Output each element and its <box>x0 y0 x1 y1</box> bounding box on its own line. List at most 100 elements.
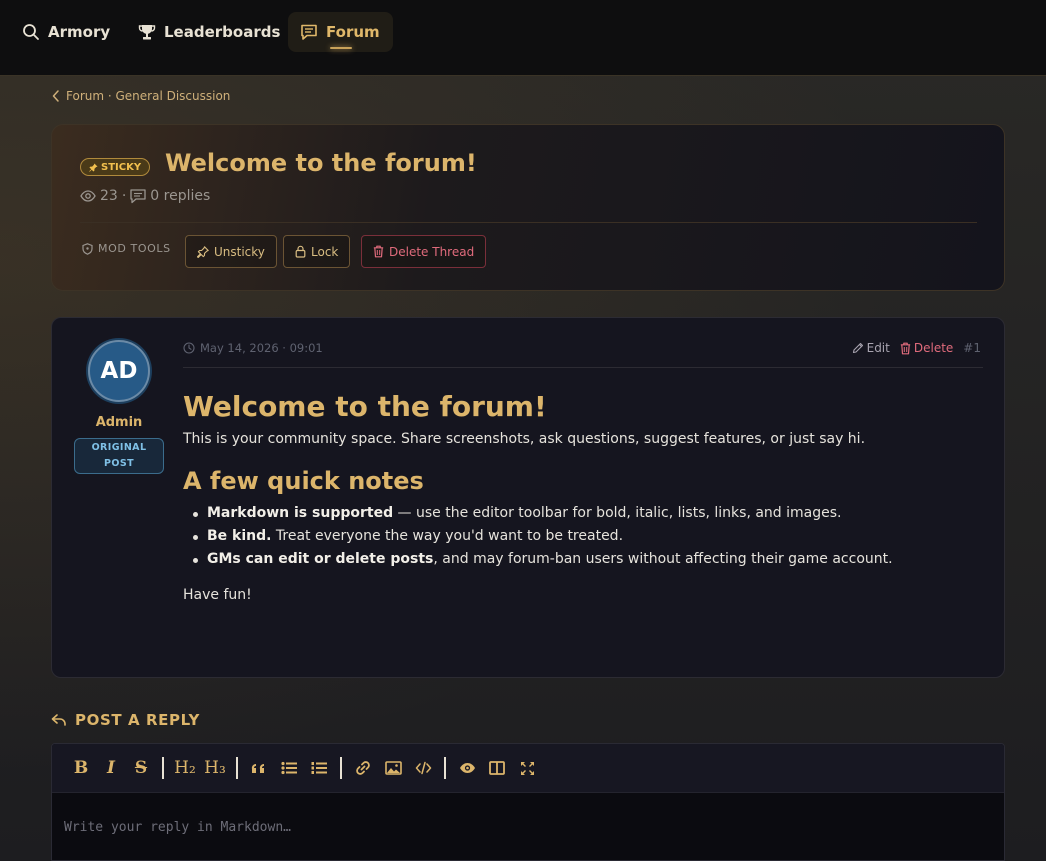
list-item-bold: Markdown is supported <box>207 505 394 521</box>
link-button[interactable] <box>348 753 378 783</box>
thread-title: Welcome to the forum! <box>165 149 477 177</box>
sticky-badge: STICKY <box>80 158 151 176</box>
nav-forum[interactable]: Forum <box>288 12 393 52</box>
original-post-badge: ORIGINAL POST <box>74 438 164 474</box>
side-by-side-button[interactable] <box>482 753 512 783</box>
bold-button[interactable]: B <box>66 753 96 783</box>
fullscreen-button[interactable] <box>512 753 542 783</box>
edit-label: Edit <box>866 341 890 355</box>
breadcrumb-text: Forum · General Discussion <box>66 89 231 103</box>
top-navbar: Armory Leaderboards Forum <box>0 0 1046 76</box>
reply-input[interactable] <box>52 793 1004 860</box>
breadcrumb[interactable]: Forum · General Discussion <box>52 89 230 103</box>
mod-tools-label: MOD TOOLS <box>82 242 171 255</box>
code-icon <box>415 761 431 775</box>
pin-icon <box>197 245 209 258</box>
list-item-text: , and may forum-ban users without affect… <box>433 551 893 567</box>
bullet-list-button[interactable] <box>274 753 304 783</box>
clock-icon <box>183 342 195 354</box>
sticky-badge-label: STICKY <box>101 161 142 173</box>
active-indicator <box>330 47 352 49</box>
list-item: Be kind. Treat everyone the way you'd wa… <box>193 528 983 544</box>
toolbar-separator <box>340 757 342 779</box>
list-item: Markdown is supported — use the editor t… <box>193 505 983 521</box>
nav-leaderboards-label: Leaderboards <box>164 23 281 41</box>
delete-thread-label: Delete Thread <box>389 244 475 259</box>
reply-icon <box>51 714 67 726</box>
delete-label: Delete <box>913 341 954 355</box>
nav-leaderboards[interactable]: Leaderboards <box>126 12 292 52</box>
lock-button[interactable]: Lock <box>283 235 351 268</box>
list-item-text: — use the editor toolbar for bold, itali… <box>393 505 842 521</box>
lock-label: Lock <box>311 244 339 259</box>
timestamp-text: May 14, 2026 · 09:01 <box>200 341 323 355</box>
list-item-bold: Be kind. <box>207 528 272 544</box>
reply-heading: POST A REPLY <box>51 711 200 729</box>
reply-count: 0 replies <box>150 188 211 204</box>
quote-button[interactable] <box>244 753 274 783</box>
link-icon <box>356 761 370 775</box>
divider <box>80 222 977 223</box>
delete-thread-button[interactable]: Delete Thread <box>361 235 487 268</box>
shield-icon <box>82 242 93 255</box>
lock-icon <box>295 245 306 258</box>
pin-icon <box>89 162 98 172</box>
eye-icon <box>80 190 96 202</box>
bullet-list-icon <box>281 761 297 775</box>
heading-2-button[interactable]: H₂ <box>170 753 200 783</box>
comment-icon <box>130 188 146 204</box>
author-name[interactable]: Admin <box>74 415 164 430</box>
image-button[interactable] <box>378 753 408 783</box>
stats-separator: · <box>121 188 127 204</box>
unsticky-label: Unsticky <box>214 244 265 259</box>
numbered-list-icon <box>311 762 327 774</box>
image-icon <box>384 761 402 775</box>
trash-icon <box>900 342 911 355</box>
delete-post-button[interactable]: Delete <box>900 341 953 355</box>
unsticky-button[interactable]: Unsticky <box>185 235 277 268</box>
nav-armory-label: Armory <box>48 23 111 41</box>
nav-forum-label: Forum <box>326 23 380 41</box>
quote-icon <box>251 763 264 773</box>
thread-stats: 23 · 0 replies <box>80 188 210 204</box>
trash-icon <box>373 245 384 258</box>
fullscreen-icon <box>520 761 534 775</box>
post-intro: This is your community space. Share scre… <box>183 431 866 447</box>
list-item-text: Treat everyone the way you'd want to be … <box>271 528 624 544</box>
toolbar-separator <box>162 757 164 779</box>
post-heading: Welcome to the forum! <box>183 390 547 423</box>
pencil-icon <box>852 342 864 354</box>
strikethrough-button[interactable]: S <box>126 753 156 783</box>
post-number[interactable]: #1 <box>963 341 981 355</box>
post-outro: Have fun! <box>183 587 252 603</box>
eye-icon <box>459 763 475 773</box>
edit-post-button[interactable]: Edit <box>852 341 890 355</box>
list-item: GMs can edit or delete posts, and may fo… <box>193 551 983 567</box>
code-button[interactable] <box>408 753 438 783</box>
chat-icon <box>300 23 318 41</box>
notes-list: Markdown is supported — use the editor t… <box>183 505 983 567</box>
reply-heading-text: POST A REPLY <box>75 711 200 729</box>
editor-toolbar: B I S H₂ H₃ <box>52 744 1004 793</box>
chevron-left-icon <box>52 90 60 102</box>
numbered-list-button[interactable] <box>304 753 334 783</box>
columns-icon <box>489 761 505 775</box>
preview-button[interactable] <box>452 753 482 783</box>
post-body: Welcome to the forum! This is your commu… <box>183 390 983 603</box>
heading-3-button[interactable]: H₃ <box>200 753 230 783</box>
post-subheading: A few quick notes <box>183 467 424 495</box>
list-item-bold: GMs can edit or delete posts <box>207 551 434 567</box>
nav-armory[interactable]: Armory <box>10 12 122 52</box>
toolbar-separator <box>236 757 238 779</box>
view-count: 23 <box>100 188 118 204</box>
mod-tools-text: MOD TOOLS <box>98 242 171 255</box>
op-badge-line2: POST <box>104 458 134 469</box>
search-icon <box>22 23 40 41</box>
divider <box>183 367 983 368</box>
post-actions: Edit Delete #1 <box>852 341 981 355</box>
trophy-icon <box>138 23 156 41</box>
avatar[interactable]: AD <box>88 340 150 402</box>
thread-header-card: STICKY Welcome to the forum! 23 · 0 repl… <box>51 124 1005 291</box>
reply-editor: B I S H₂ H₃ <box>51 743 1005 861</box>
italic-button[interactable]: I <box>96 753 126 783</box>
